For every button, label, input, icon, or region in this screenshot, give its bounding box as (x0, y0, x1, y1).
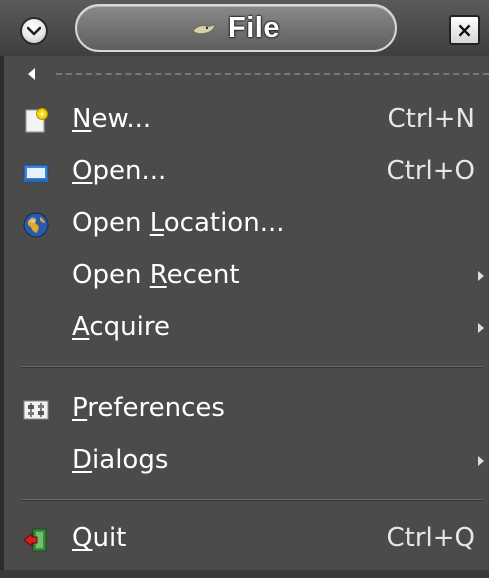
submenu-arrow-icon (478, 271, 484, 281)
menu-separator (22, 366, 483, 368)
tearoff-arrow-icon (28, 68, 35, 80)
file-menu: File × New... Ctrl+N Open... Ctrl+O Open… (0, 0, 489, 578)
menu-separator (22, 499, 483, 501)
accel-new: Ctrl+N (387, 104, 476, 134)
menu-item-acquire[interactable]: Acquire (0, 304, 489, 356)
menu-item-open[interactable]: Open... Ctrl+O (0, 148, 489, 200)
menu-titlebar: File × (0, 0, 489, 56)
quit-icon (23, 528, 47, 552)
menu-item-open-location[interactable]: Open Location... (0, 200, 489, 252)
gimp-logo-icon (192, 23, 216, 35)
open-folder-icon (23, 164, 49, 183)
menu-title-pill[interactable]: File (75, 4, 397, 52)
submenu-arrow-icon (478, 456, 484, 466)
chevron-down-icon (27, 26, 41, 36)
menu-item-preferences[interactable]: Preferences (0, 385, 489, 437)
menu-bottom-edge (0, 570, 489, 578)
accel-open: Ctrl+O (386, 156, 475, 186)
preferences-icon (23, 400, 49, 420)
close-icon: × (456, 18, 473, 42)
submenu-arrow-icon (478, 323, 484, 333)
tearoff-strip[interactable] (18, 62, 489, 86)
close-button[interactable]: × (449, 15, 480, 45)
menu-item-new[interactable]: New... Ctrl+N (0, 96, 489, 148)
accel-quit: Ctrl+Q (386, 523, 475, 553)
globe-icon (23, 212, 49, 238)
window-menu-button[interactable] (20, 17, 48, 45)
menu-item-dialogs[interactable]: Dialogs (0, 437, 489, 489)
menu-item-open-recent[interactable]: Open Recent (0, 252, 489, 304)
new-document-icon (25, 108, 48, 133)
tearoff-dashed-line (56, 73, 489, 75)
menu-title: File (228, 12, 280, 44)
menu-item-quit[interactable]: Quit Ctrl+Q (0, 515, 489, 567)
